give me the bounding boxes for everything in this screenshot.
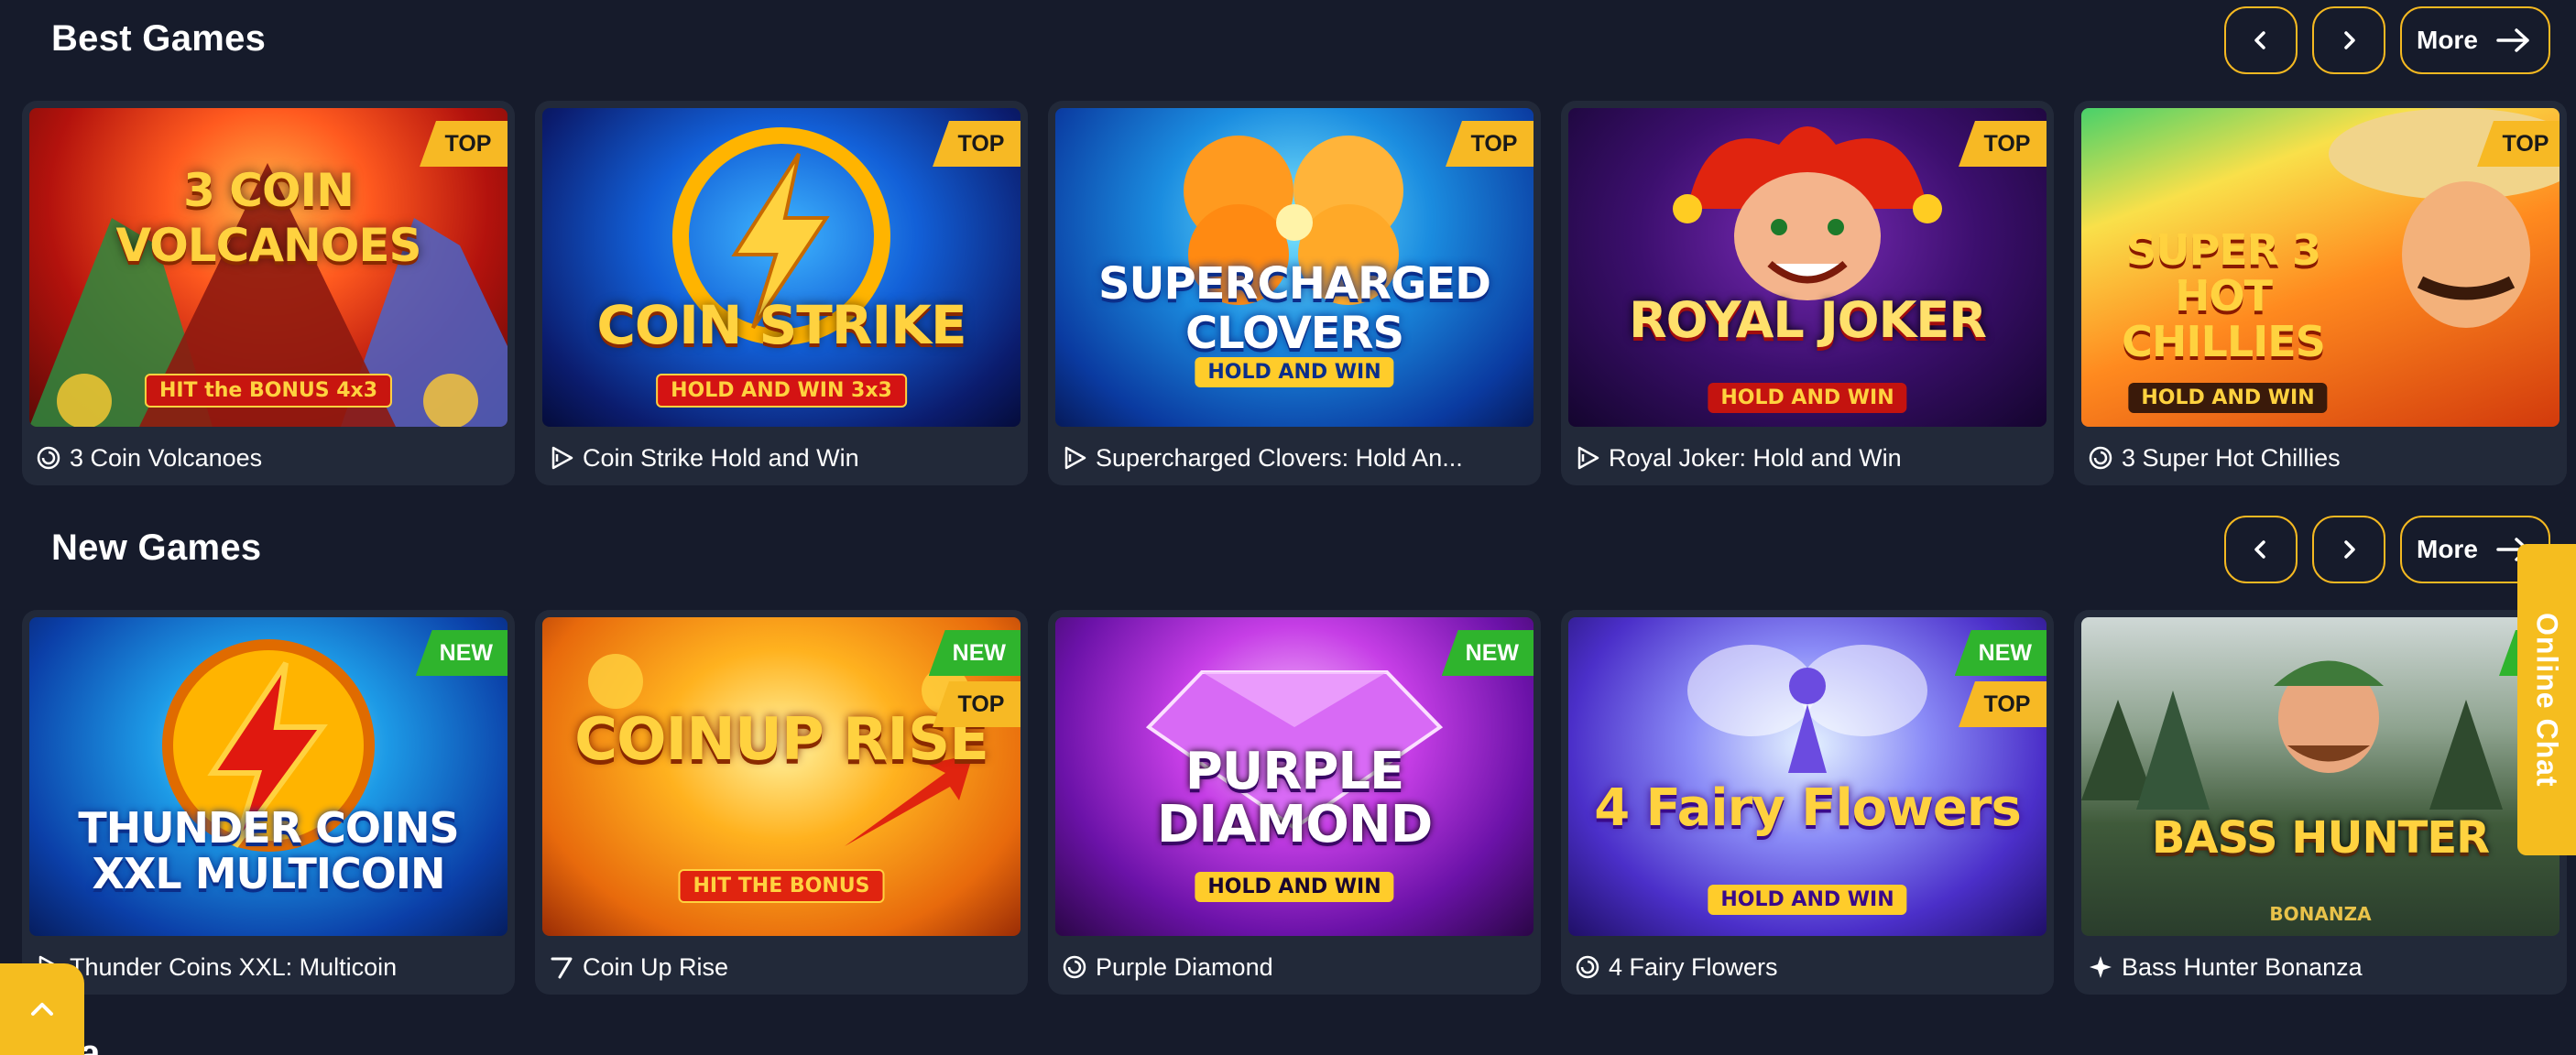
game-art-title: PURPLE DIAMOND bbox=[1156, 742, 1433, 854]
more-label: More bbox=[2417, 535, 2478, 563]
game-caption: 4 Fairy Flowers bbox=[1574, 949, 1778, 985]
game-name: Royal Joker: Hold and Win bbox=[1609, 443, 1902, 472]
prev-button[interactable] bbox=[2224, 6, 2298, 74]
game-card[interactable]: SUPER 3 HOT CHILLIES HOLD AND WIN TOP 3 … bbox=[2074, 101, 2567, 485]
game-art-subtitle: HOLD AND WIN bbox=[1708, 383, 1907, 413]
game-caption: Purple Diamond bbox=[1061, 949, 1273, 985]
chevron-up-icon bbox=[31, 1003, 53, 1016]
game-lobby: Best Games More 3 COIN VOLCANOES HIT the… bbox=[0, 0, 2576, 1055]
game-card[interactable]: BASS HUNTER BONANZA NE Bass Hunter Bonan… bbox=[2074, 610, 2567, 995]
section-title: New Games bbox=[51, 528, 262, 568]
game-thumbnail[interactable]: THUNDER COINS XXL MULTICOIN NEW bbox=[29, 617, 508, 936]
new-games-section: New Games More THUNDER COINS XXL MULTICO… bbox=[0, 509, 2576, 995]
game-thumbnail[interactable]: ROYAL JOKER HOLD AND WIN TOP bbox=[1568, 108, 2047, 427]
game-art-subtitle: HOLD AND WIN bbox=[1195, 872, 1394, 902]
game-name: Bass Hunter Bonanza bbox=[2122, 952, 2363, 981]
game-art-subtitle: HIT THE BONUS bbox=[678, 869, 885, 903]
game-art-title: SUPER 3 HOT CHILLIES bbox=[2122, 225, 2326, 366]
game-art-title: 3 COIN VOLCANOES bbox=[115, 164, 421, 272]
game-card[interactable]: COINUP RISE HIT THE BONUS NEW TOP Coin U… bbox=[535, 610, 1028, 995]
section-title: Best Games bbox=[51, 18, 267, 59]
game-art-subtitle: HOLD AND WIN bbox=[1195, 357, 1394, 387]
game-name: Supercharged Clovers: Hold An... bbox=[1096, 443, 1463, 472]
game-thumbnail[interactable]: COINUP RISE HIT THE BONUS NEW TOP bbox=[542, 617, 1021, 936]
game-name: Coin Up Rise bbox=[583, 952, 729, 981]
spiral-icon bbox=[1061, 953, 1088, 981]
game-caption: Supercharged Clovers: Hold An... bbox=[1061, 440, 1463, 476]
more-label: More bbox=[2417, 26, 2478, 54]
game-thumbnail[interactable]: 4 Fairy Flowers HOLD AND WIN NEW TOP bbox=[1568, 617, 2047, 936]
chevron-right-icon bbox=[2344, 31, 2355, 49]
game-thumbnail[interactable]: COIN STRIKE HOLD AND WIN 3x3 TOP bbox=[542, 108, 1021, 427]
game-art-subtitle: HOLD AND WIN 3x3 bbox=[656, 374, 907, 408]
chevron-right-icon bbox=[2344, 540, 2355, 559]
game-art-title: COIN STRIKE bbox=[596, 294, 966, 356]
sparkle-icon bbox=[2087, 953, 2114, 981]
game-card[interactable]: 3 COIN VOLCANOES HIT the BONUS 4x3 TOP 3… bbox=[22, 101, 515, 485]
game-art-subtitle: HOLD AND WIN bbox=[1708, 885, 1907, 915]
seven-icon bbox=[548, 953, 575, 981]
game-art-title: ROYAL JOKER bbox=[1629, 291, 1987, 349]
game-thumbnail[interactable]: 3 COIN VOLCANOES HIT the BONUS 4x3 TOP bbox=[29, 108, 508, 427]
game-name: 3 Super Hot Chillies bbox=[2122, 443, 2341, 472]
game-caption: Royal Joker: Hold and Win bbox=[1574, 440, 1902, 476]
game-thumbnail[interactable]: PURPLE DIAMOND HOLD AND WIN NEW bbox=[1055, 617, 1534, 936]
chevron-left-icon bbox=[2254, 31, 2265, 49]
game-card[interactable]: 4 Fairy Flowers HOLD AND WIN NEW TOP 4 F… bbox=[1561, 610, 2054, 995]
game-art-title: BASS HUNTER bbox=[2151, 812, 2490, 864]
spiral-icon bbox=[1574, 953, 1601, 981]
game-name: 4 Fairy Flowers bbox=[1609, 952, 1778, 981]
scroll-top-button[interactable] bbox=[0, 963, 84, 1055]
online-chat-label: Online Chat bbox=[2530, 612, 2564, 788]
game-thumbnail[interactable]: SUPERCHARGED CLOVERS HOLD AND WIN TOP bbox=[1055, 108, 1534, 427]
game-card[interactable]: ROYAL JOKER HOLD AND WIN TOP Royal Joker… bbox=[1561, 101, 2054, 485]
game-caption: Thunder Coins XXL: Multicoin bbox=[35, 949, 397, 985]
play-triangle-icon bbox=[1061, 444, 1088, 472]
game-art-title: THUNDER COINS XXL MULTICOIN bbox=[78, 803, 459, 898]
game-name: Coin Strike Hold and Win bbox=[583, 443, 859, 472]
game-name: Thunder Coins XXL: Multicoin bbox=[70, 952, 398, 981]
play-triangle-icon bbox=[1574, 444, 1601, 472]
game-art-subtitle: HOLD AND WIN bbox=[2128, 383, 2328, 413]
fisherman-art bbox=[2081, 660, 2503, 810]
play-triangle-icon bbox=[548, 444, 575, 472]
best-games-section: Best Games More 3 COIN VOLCANOES HIT the… bbox=[0, 0, 2576, 495]
game-card[interactable]: COIN STRIKE HOLD AND WIN 3x3 TOP Coin St… bbox=[535, 101, 1028, 485]
game-art-subtitle: HIT the BONUS 4x3 bbox=[144, 374, 393, 408]
online-chat-tab[interactable]: Online Chat bbox=[2517, 544, 2576, 855]
game-card[interactable]: SUPERCHARGED CLOVERS HOLD AND WIN TOP Su… bbox=[1048, 101, 1541, 485]
game-caption: Bass Hunter Bonanza bbox=[2087, 949, 2363, 985]
game-card[interactable]: THUNDER COINS XXL MULTICOIN NEW Thunder … bbox=[22, 610, 515, 995]
game-name: Purple Diamond bbox=[1096, 952, 1273, 981]
next-button[interactable] bbox=[2312, 516, 2385, 583]
game-name: 3 Coin Volcanoes bbox=[70, 443, 263, 472]
game-art-title: SUPERCHARGED CLOVERS bbox=[1097, 258, 1491, 359]
game-caption: 3 Super Hot Chillies bbox=[2087, 440, 2341, 476]
game-thumbnail[interactable]: BASS HUNTER BONANZA NE bbox=[2081, 617, 2560, 936]
game-art-subtitle: BONANZA bbox=[2269, 903, 2372, 925]
prev-button[interactable] bbox=[2224, 516, 2298, 583]
arrow-right-icon bbox=[2496, 28, 2529, 52]
game-card[interactable]: PURPLE DIAMOND HOLD AND WIN NEW Purple D… bbox=[1048, 610, 1541, 995]
game-art-title: 4 Fairy Flowers bbox=[1594, 778, 2022, 838]
game-caption: Coin Up Rise bbox=[548, 949, 728, 985]
more-button[interactable]: More bbox=[2400, 6, 2550, 74]
next-button[interactable] bbox=[2312, 6, 2385, 74]
game-caption: Coin Strike Hold and Win bbox=[548, 440, 859, 476]
spiral-icon bbox=[35, 444, 62, 472]
game-caption: 3 Coin Volcanoes bbox=[35, 440, 262, 476]
spiral-icon bbox=[2087, 444, 2114, 472]
game-thumbnail[interactable]: SUPER 3 HOT CHILLIES HOLD AND WIN TOP bbox=[2081, 108, 2560, 427]
chevron-left-icon bbox=[2254, 540, 2265, 559]
